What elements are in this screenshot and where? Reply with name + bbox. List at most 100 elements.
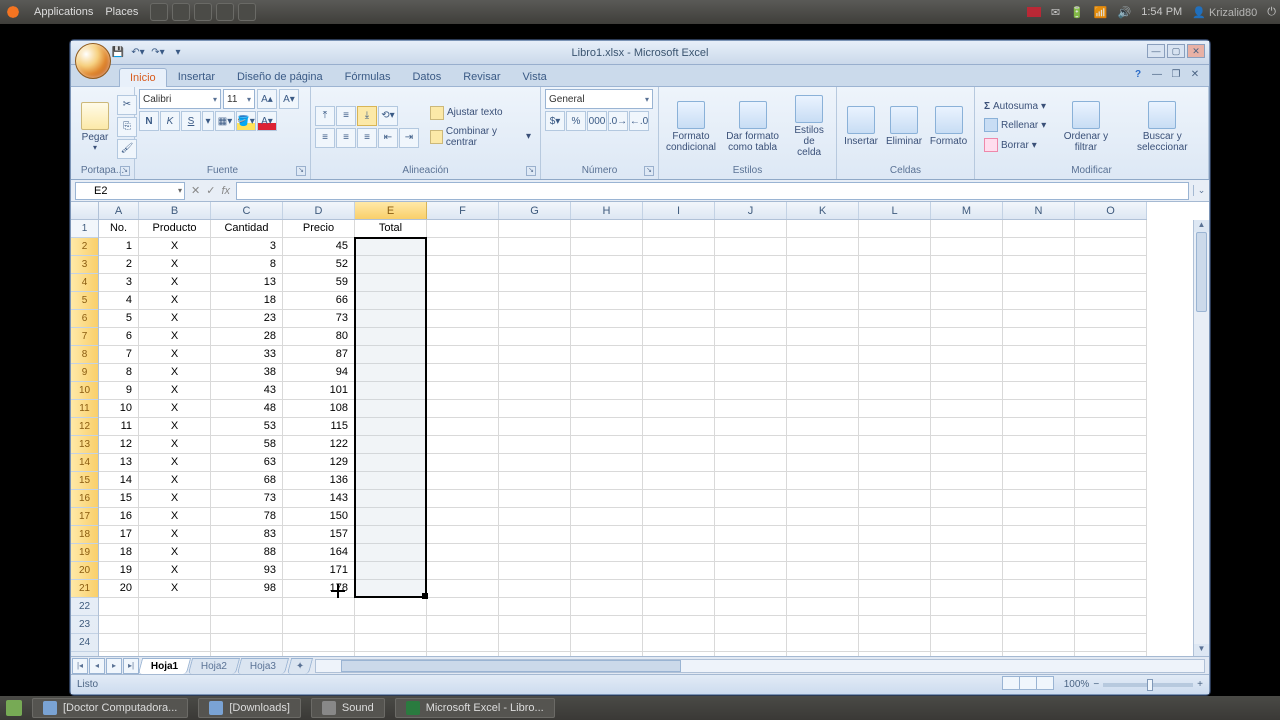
cell[interactable] [499, 382, 571, 400]
cell[interactable]: Total [355, 220, 427, 238]
cell[interactable] [355, 580, 427, 598]
cell[interactable] [931, 598, 1003, 616]
cell[interactable]: 171 [283, 562, 355, 580]
cell[interactable] [859, 526, 931, 544]
cell[interactable]: Precio [283, 220, 355, 238]
cell[interactable] [715, 256, 787, 274]
cell[interactable] [859, 328, 931, 346]
cell[interactable] [1003, 472, 1075, 490]
cell[interactable] [571, 598, 643, 616]
cell[interactable] [571, 526, 643, 544]
cell[interactable] [1075, 256, 1147, 274]
currency[interactable]: $▾ [545, 111, 565, 131]
cell[interactable] [1075, 454, 1147, 472]
cell[interactable] [427, 544, 499, 562]
mail-icon[interactable]: ✉ [1051, 6, 1060, 19]
cell[interactable]: 53 [211, 418, 283, 436]
close-button[interactable]: ✕ [1187, 44, 1205, 58]
trash-icon[interactable] [238, 3, 256, 21]
cell[interactable] [643, 256, 715, 274]
cell[interactable] [1003, 400, 1075, 418]
cell[interactable]: X [139, 274, 211, 292]
cell[interactable] [499, 526, 571, 544]
clear[interactable]: Borrar ▾ [979, 136, 1051, 154]
cell[interactable] [283, 652, 355, 656]
cell[interactable] [499, 292, 571, 310]
row-header[interactable]: 10 [71, 382, 98, 400]
cell[interactable] [427, 310, 499, 328]
cell[interactable] [787, 562, 859, 580]
cell[interactable]: 3 [99, 274, 139, 292]
insert-cells[interactable]: Insertar [841, 103, 881, 150]
percent[interactable]: % [566, 111, 586, 131]
cell[interactable] [1003, 490, 1075, 508]
cell[interactable]: 20 [99, 580, 139, 598]
cell[interactable] [427, 238, 499, 256]
cell[interactable]: 33 [211, 346, 283, 364]
cell[interactable] [427, 256, 499, 274]
cell[interactable] [499, 490, 571, 508]
cell[interactable] [931, 508, 1003, 526]
cell[interactable] [787, 220, 859, 238]
cell[interactable] [715, 292, 787, 310]
cell[interactable] [859, 598, 931, 616]
cell[interactable] [355, 256, 427, 274]
cell[interactable] [571, 616, 643, 634]
cell[interactable]: 178 [283, 580, 355, 598]
cell[interactable] [571, 634, 643, 652]
cell[interactable] [931, 562, 1003, 580]
paste-button[interactable]: Pegar▾ [75, 99, 115, 155]
cell[interactable]: 48 [211, 400, 283, 418]
tab-nav-last[interactable]: ▸| [123, 658, 139, 674]
copy-button[interactable]: ⎘ [117, 117, 137, 137]
cell[interactable] [1075, 364, 1147, 382]
zoom-out[interactable]: − [1093, 679, 1099, 690]
expand-formula-bar[interactable]: ⌄ [1193, 185, 1209, 196]
places-menu[interactable]: Places [99, 6, 144, 18]
cell[interactable] [1075, 616, 1147, 634]
cell[interactable] [931, 616, 1003, 634]
cell[interactable]: 68 [211, 472, 283, 490]
cell[interactable] [427, 490, 499, 508]
cell[interactable]: No. [99, 220, 139, 238]
cell[interactable] [931, 310, 1003, 328]
cell[interactable] [427, 634, 499, 652]
cell[interactable] [1003, 562, 1075, 580]
cell[interactable] [787, 436, 859, 454]
col-header-H[interactable]: H [571, 202, 643, 219]
cell[interactable] [931, 274, 1003, 292]
row-header[interactable]: 6 [71, 310, 98, 328]
cell[interactable] [859, 436, 931, 454]
cell[interactable] [859, 220, 931, 238]
cell[interactable] [1003, 364, 1075, 382]
italic-button[interactable]: K [160, 111, 180, 131]
cell[interactable] [643, 634, 715, 652]
cell[interactable] [715, 382, 787, 400]
row-header[interactable]: 19 [71, 544, 98, 562]
cell[interactable] [931, 526, 1003, 544]
cell[interactable] [1075, 634, 1147, 652]
cell[interactable] [499, 652, 571, 656]
cell[interactable] [211, 616, 283, 634]
cell[interactable] [931, 400, 1003, 418]
format-cells[interactable]: Formato [927, 103, 970, 150]
fill[interactable]: Rellenar ▾ [979, 116, 1051, 134]
cell[interactable]: 15 [99, 490, 139, 508]
cell[interactable] [571, 562, 643, 580]
cell[interactable] [715, 562, 787, 580]
cell[interactable] [643, 418, 715, 436]
cell[interactable] [355, 364, 427, 382]
cell[interactable] [571, 328, 643, 346]
cell[interactable]: 94 [283, 364, 355, 382]
cell[interactable] [355, 418, 427, 436]
cell[interactable] [1003, 238, 1075, 256]
cell[interactable] [499, 562, 571, 580]
cell[interactable] [1075, 508, 1147, 526]
cell[interactable] [643, 454, 715, 472]
cell[interactable] [427, 436, 499, 454]
cell[interactable] [499, 328, 571, 346]
row-header[interactable]: 14 [71, 454, 98, 472]
cell[interactable] [931, 364, 1003, 382]
cell[interactable] [859, 490, 931, 508]
cell[interactable] [427, 598, 499, 616]
